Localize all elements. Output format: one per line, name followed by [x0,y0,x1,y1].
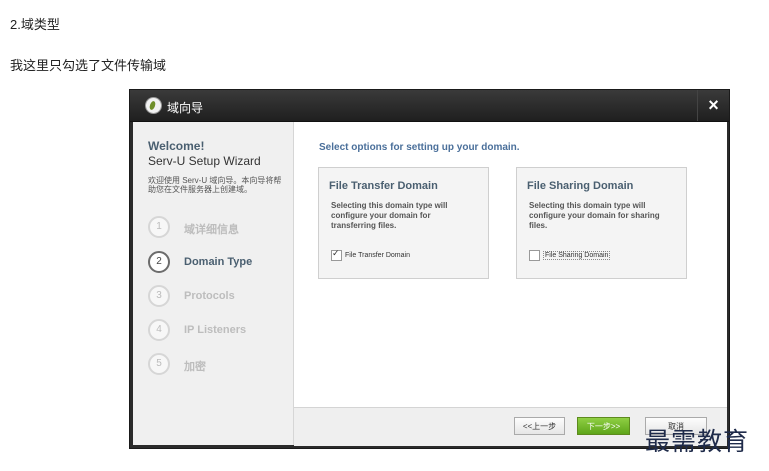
step-number: 5 [148,353,170,375]
step-number: 1 [148,216,170,238]
dialog-title: 域向导 [167,101,204,115]
step-label: 域详细信息 [184,224,239,236]
main-title: Select options for setting up your domai… [319,142,520,153]
step-protocols: 3 Protocols [148,285,288,311]
step-number: 4 [148,319,170,341]
checkbox-label[interactable]: File Sharing Domain [543,251,611,261]
serv-u-logo-icon [145,97,162,114]
next-button[interactable]: 下一步>> [577,417,630,435]
file-transfer-checkbox-row[interactable]: File Transfer Domain [331,247,410,265]
file-transfer-option: File Transfer Domain Selecting this doma… [318,167,489,279]
step-label: Protocols [184,290,235,302]
page-heading: 2.域类型 [10,17,60,32]
page-note: 我这里只勾选了文件传输域 [10,58,167,73]
watermark: 最需教育 [645,427,750,456]
wizard-name: Serv-U Setup Wizard [148,154,261,168]
domain-wizard-dialog: 域向导 × Welcome! Serv-U Setup Wizard 欢迎使用 … [129,89,730,449]
option-title: File Transfer Domain [329,180,438,192]
step-label: IP Listeners [184,324,247,336]
previous-button[interactable]: <<上一步 [514,417,565,435]
file-sharing-checkbox[interactable] [529,250,540,262]
file-sharing-checkbox-row[interactable]: File Sharing Domain [529,247,611,265]
option-description: Selecting this domain type will configur… [331,201,448,230]
step-number: 3 [148,285,170,307]
file-transfer-checkbox[interactable] [331,248,342,262]
step-encryption: 5 加密 [148,353,288,379]
wizard-sidebar: Welcome! Serv-U Setup Wizard 欢迎使用 Serv-U… [133,122,294,445]
option-title: File Sharing Domain [527,180,634,192]
step-ip-listeners: 4 IP Listeners [148,319,288,345]
file-sharing-option: File Sharing Domain Selecting this domai… [516,167,687,279]
step-domain-type: 2 Domain Type [148,251,288,277]
dialog-body: Welcome! Serv-U Setup Wizard 欢迎使用 Serv-U… [133,122,727,446]
step-label: Domain Type [184,256,253,268]
dialog-titlebar: 域向导 × [130,90,729,122]
option-description: Selecting this domain type will configur… [529,201,660,230]
wizard-description: 欢迎使用 Serv-U 域向导。本向导将帮助您在文件服务器上创建域。 [148,176,282,194]
close-button[interactable]: × [697,90,729,121]
welcome-heading: Welcome! [148,139,205,153]
wizard-main-panel: Select options for setting up your domai… [294,122,727,446]
step-label: 加密 [184,361,206,373]
step-domain-details: 1 域详细信息 [148,216,288,242]
step-number: 2 [148,251,170,273]
checkbox-label[interactable]: File Transfer Domain [345,252,410,259]
